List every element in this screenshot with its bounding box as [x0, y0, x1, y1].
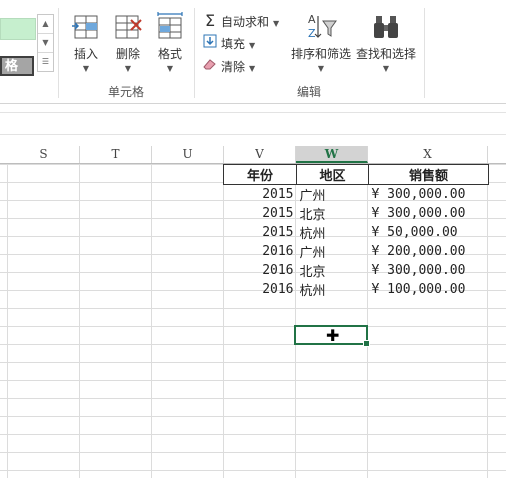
- styles-gallery-scroll[interactable]: ▲ ▼ ☰: [37, 14, 54, 72]
- cell-region[interactable]: 广州: [297, 242, 369, 261]
- format-dropdown-icon: ▼: [166, 64, 174, 73]
- header-year[interactable]: 年份: [223, 164, 297, 185]
- table-row: 2015 北京 ¥ 300,000.00: [224, 204, 489, 223]
- cell-sales[interactable]: ¥ 300,000.00: [369, 261, 489, 280]
- cell-sales[interactable]: ¥ 50,000.00: [369, 223, 489, 242]
- divider: [0, 134, 506, 135]
- sort-filter-dropdown-icon: ▼: [317, 64, 325, 73]
- format-label: 格式: [157, 47, 182, 61]
- cells-group-label: 单元格: [108, 85, 145, 99]
- clear-label: 清除: [221, 60, 246, 74]
- cell-sales[interactable]: ¥ 300,000.00: [369, 204, 489, 223]
- fill-handle[interactable]: [363, 340, 370, 347]
- cell-cursor-icon: ✚: [326, 326, 340, 345]
- autosum-label: 自动求和: [221, 15, 270, 29]
- column-header-s[interactable]: S: [8, 146, 80, 163]
- header-sales[interactable]: 销售额: [368, 164, 489, 185]
- eraser-icon: [202, 57, 218, 77]
- autosum-button[interactable]: Σ 自动求和 ▼: [202, 11, 279, 31]
- cell-sales[interactable]: ¥ 100,000.00: [369, 280, 489, 299]
- cell-region[interactable]: 北京: [297, 204, 369, 223]
- delete-dropdown-icon: ▼: [124, 64, 132, 73]
- fill-button[interactable]: 填充 ▼: [202, 34, 255, 54]
- fill-label: 填充: [221, 37, 246, 51]
- column-headers: S T U V W X: [0, 146, 506, 164]
- table-row: 2015 广州 ¥ 300,000.00: [224, 185, 489, 205]
- delete-label: 删除: [115, 47, 140, 61]
- column-header-v[interactable]: V: [224, 146, 296, 163]
- divider: [0, 112, 506, 113]
- gallery-more-icon[interactable]: ☰: [38, 53, 53, 71]
- style-check-cell-swatch[interactable]: 格: [0, 56, 34, 76]
- cell-styles-gallery[interactable]: 格: [0, 12, 36, 76]
- cell-year[interactable]: 2015: [224, 185, 297, 205]
- table-row: 2016 杭州 ¥ 100,000.00: [224, 280, 489, 299]
- cell-year[interactable]: 2016: [224, 242, 297, 261]
- sort-filter-button[interactable]: A Z 排序和筛选 ▼: [289, 12, 353, 73]
- find-select-label: 查找和选择: [355, 47, 416, 61]
- header-region[interactable]: 地区: [296, 164, 369, 185]
- column-header-w[interactable]: W: [296, 146, 368, 163]
- format-cells-icon: [157, 12, 183, 39]
- table-row: 2015 杭州 ¥ 50,000.00: [224, 223, 489, 242]
- find-select-button[interactable]: 查找和选择 ▼: [355, 12, 417, 73]
- cell-year[interactable]: 2016: [224, 261, 297, 280]
- gallery-up-icon[interactable]: ▲: [38, 15, 53, 34]
- cell-region[interactable]: 杭州: [297, 280, 369, 299]
- cell-region[interactable]: 杭州: [297, 223, 369, 242]
- cell-region[interactable]: 北京: [297, 261, 369, 280]
- sort-filter-label: 排序和筛选: [290, 47, 351, 61]
- svg-text:A: A: [308, 13, 316, 26]
- table-row: 2016 广州 ¥ 200,000.00: [224, 242, 489, 261]
- find-select-dropdown-icon: ▼: [382, 64, 390, 73]
- insert-cells-icon: [72, 15, 98, 39]
- fill-down-icon: [202, 34, 218, 54]
- column-header-t[interactable]: T: [80, 146, 152, 163]
- worksheet-grid[interactable]: 年份 地区 销售额 2015 广州 ¥ 300,000.00 2015 北京 ¥…: [0, 164, 506, 478]
- editing-group-label: 编辑: [297, 85, 322, 99]
- cell-year[interactable]: 2015: [224, 204, 297, 223]
- ribbon: 格 ▲ ▼ ☰ 插入 ▼ 删除 ▼ 格式 ▼ 单元格 Σ 自动求和 ▼ 填充 ▼…: [0, 0, 506, 104]
- column-header-x[interactable]: X: [368, 146, 488, 163]
- sales-table: 年份 地区 销售额 2015 广州 ¥ 300,000.00 2015 北京 ¥…: [223, 164, 489, 299]
- sort-filter-icon: A Z: [308, 13, 337, 40]
- style-check-cell-label: 格: [5, 59, 19, 74]
- autosum-dropdown-icon: ▼: [273, 19, 280, 28]
- cell-sales[interactable]: ¥ 300,000.00: [369, 185, 489, 205]
- cell-sales[interactable]: ¥ 200,000.00: [369, 242, 489, 261]
- ribbon-separator: [424, 8, 425, 98]
- cell-region[interactable]: 广州: [297, 185, 369, 204]
- sigma-icon: Σ: [204, 11, 216, 30]
- active-cell[interactable]: ✚: [294, 325, 370, 347]
- insert-label: 插入: [73, 47, 98, 61]
- style-good-swatch[interactable]: [0, 18, 36, 40]
- svg-text:Z: Z: [308, 27, 316, 40]
- fill-dropdown-icon: ▼: [249, 41, 256, 50]
- binoculars-icon: [374, 16, 398, 38]
- insert-dropdown-icon: ▼: [82, 64, 90, 73]
- ribbon-separator: [58, 8, 59, 98]
- clear-button[interactable]: 清除 ▼: [202, 57, 255, 77]
- delete-cells-icon: [115, 15, 142, 39]
- cell-year[interactable]: 2016: [224, 280, 297, 299]
- cell-year[interactable]: 2015: [224, 223, 297, 242]
- ribbon-separator: [194, 8, 195, 98]
- clear-dropdown-icon: ▼: [249, 64, 256, 73]
- table-row: 2016 北京 ¥ 300,000.00: [224, 261, 489, 280]
- format-button[interactable]: 格式 ▼: [150, 12, 190, 73]
- insert-button[interactable]: 插入 ▼: [66, 12, 106, 73]
- delete-button[interactable]: 删除 ▼: [108, 12, 148, 73]
- formula-bar-area: [0, 104, 506, 146]
- gallery-down-icon[interactable]: ▼: [38, 34, 53, 53]
- column-header-u[interactable]: U: [152, 146, 224, 163]
